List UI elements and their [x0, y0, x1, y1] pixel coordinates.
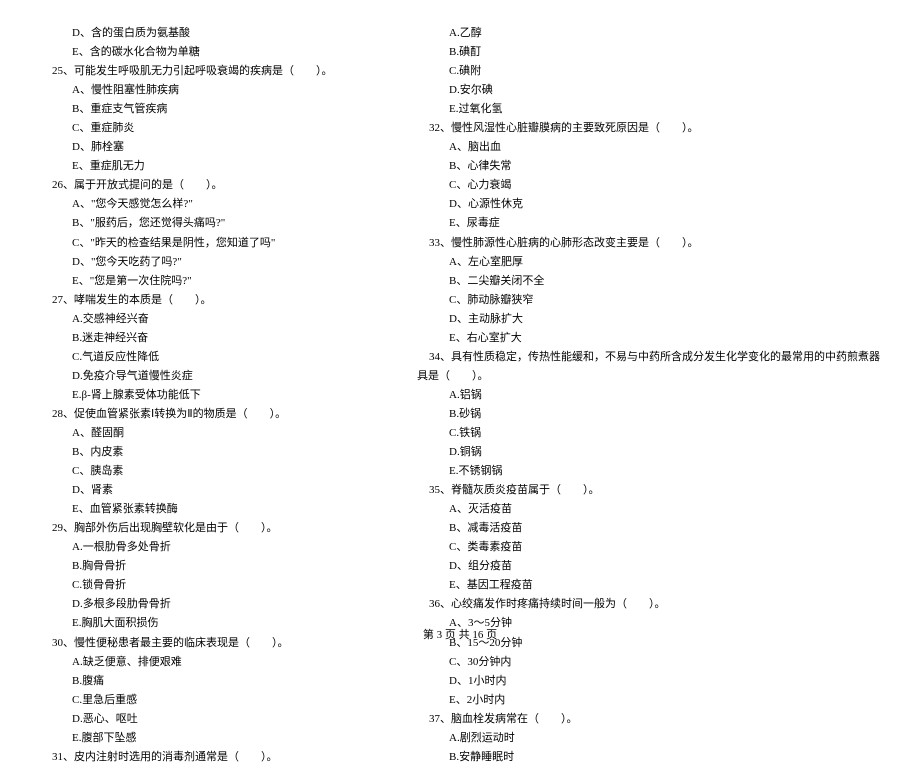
left-column: D、含的蛋白质为氨基酸 E、含的碳水化合物为单糖 25、可能发生呼吸肌无力引起呼吸衰… — [40, 25, 387, 766]
option-line: B.迷走神经兴奋 — [40, 330, 387, 347]
option-line: A.乙醇 — [417, 25, 880, 42]
option-line: A、灭活疫苗 — [417, 501, 880, 518]
option-line: D、1小时内 — [417, 673, 880, 690]
option-line: A、醛固酮 — [40, 425, 387, 442]
option-line: B.安静睡眠时 — [417, 749, 880, 766]
question-line: 36、心绞痛发作时疼痛持续时间一般为（ ）。 — [417, 596, 880, 613]
option-line: E、"您是第一次住院吗?" — [40, 273, 387, 290]
option-line: C、类毒素疫苗 — [417, 539, 880, 556]
option-line: D、主动脉扩大 — [417, 311, 880, 328]
option-line: C.气道反应性降低 — [40, 349, 387, 366]
option-line: C、重症肺炎 — [40, 120, 387, 137]
option-line: D、"您今天吃药了吗?" — [40, 254, 387, 271]
option-line: E、血管紧张素转换酶 — [40, 501, 387, 518]
option-line: E.不锈钢锅 — [417, 463, 880, 480]
option-line: B、"服药后，您还觉得头痛吗?" — [40, 215, 387, 232]
option-line: A.剧烈运动时 — [417, 730, 880, 747]
option-line: E、尿毒症 — [417, 215, 880, 232]
right-column: A.乙醇 B.碘酊 C.碘附 D.安尔碘 E.过氧化氢 32、慢性风湿性心脏瓣膜病的主要致… — [417, 25, 880, 766]
option-line: D.免疫介导气道慢性炎症 — [40, 368, 387, 385]
question-line: 27、哮喘发生的本质是（ ）。 — [40, 292, 387, 309]
option-line: A.缺乏便意、排便艰难 — [40, 654, 387, 671]
option-line: A、"您今天感觉怎么样?" — [40, 196, 387, 213]
question-line: 37、脑血栓发病常在（ ）。 — [417, 711, 880, 728]
option-line: E、2小时内 — [417, 692, 880, 709]
question-line: 31、皮内注射时选用的消毒剂通常是（ ）。 — [40, 749, 387, 766]
option-line: E、含的碳水化合物为单糖 — [40, 44, 387, 61]
option-line: C.锁骨骨折 — [40, 577, 387, 594]
option-line: E.过氧化氢 — [417, 101, 880, 118]
option-line: A.铝锅 — [417, 387, 880, 404]
page-footer: 第 3 页 共 16 页 — [0, 626, 920, 642]
option-line: E.β-肾上腺素受体功能低下 — [40, 387, 387, 404]
question-line: 32、慢性风湿性心脏瓣膜病的主要致死原因是（ ）。 — [417, 120, 880, 137]
question-line: 26、属于开放式提问的是（ ）。 — [40, 177, 387, 194]
option-line: D.安尔碘 — [417, 82, 880, 99]
option-line: C、30分钟内 — [417, 654, 880, 671]
option-line: D.多根多段肋骨骨折 — [40, 596, 387, 613]
option-line: C.里急后重感 — [40, 692, 387, 709]
question-continuation: 具是（ ）。 — [417, 368, 880, 385]
option-line: A.一根肋骨多处骨折 — [40, 539, 387, 556]
option-line: D.铜锅 — [417, 444, 880, 461]
option-line: C、胰岛素 — [40, 463, 387, 480]
option-line: B.胸骨骨折 — [40, 558, 387, 575]
question-line: 29、胸部外伤后出现胸壁软化是由于（ ）。 — [40, 520, 387, 537]
question-line: 33、慢性肺源性心脏病的心肺形态改变主要是（ ）。 — [417, 235, 880, 252]
option-line: C、肺动脉瓣狭窄 — [417, 292, 880, 309]
option-line: C.碘附 — [417, 63, 880, 80]
option-line: C.铁锅 — [417, 425, 880, 442]
option-line: D、组分疫苗 — [417, 558, 880, 575]
option-line: A、慢性阻塞性肺疾病 — [40, 82, 387, 99]
option-line: B、内皮素 — [40, 444, 387, 461]
option-line: C、"昨天的检查结果是阴性，您知道了吗" — [40, 235, 387, 252]
option-line: D.恶心、呕吐 — [40, 711, 387, 728]
option-line: C、心力衰竭 — [417, 177, 880, 194]
option-line: E、右心室扩大 — [417, 330, 880, 347]
option-line: B、心律失常 — [417, 158, 880, 175]
option-line: D、心源性休克 — [417, 196, 880, 213]
option-line: D、肾素 — [40, 482, 387, 499]
option-line: B、减毒活疫苗 — [417, 520, 880, 537]
option-line: D、肺栓塞 — [40, 139, 387, 156]
option-line: A.交感神经兴奋 — [40, 311, 387, 328]
option-line: B.碘酊 — [417, 44, 880, 61]
question-line: 25、可能发生呼吸肌无力引起呼吸衰竭的疾病是（ ）。 — [40, 63, 387, 80]
option-line: E、基因工程疫苗 — [417, 577, 880, 594]
option-line: B、二尖瓣关闭不全 — [417, 273, 880, 290]
question-line: 28、促使血管紧张素Ⅰ转换为Ⅱ的物质是（ ）。 — [40, 406, 387, 423]
option-line: E、重症肌无力 — [40, 158, 387, 175]
option-line: B.砂锅 — [417, 406, 880, 423]
question-line: 34、具有性质稳定，传热性能缓和，不易与中药所含成分发生化学变化的最常用的中药煎… — [417, 349, 880, 366]
question-line: 35、脊髓灰质炎疫苗属于（ ）。 — [417, 482, 880, 499]
option-line: B、重症支气管疾病 — [40, 101, 387, 118]
option-line: B.腹痛 — [40, 673, 387, 690]
option-line: A、脑出血 — [417, 139, 880, 156]
option-line: D、含的蛋白质为氨基酸 — [40, 25, 387, 42]
option-line: E.腹部下坠感 — [40, 730, 387, 747]
option-line: A、左心室肥厚 — [417, 254, 880, 271]
